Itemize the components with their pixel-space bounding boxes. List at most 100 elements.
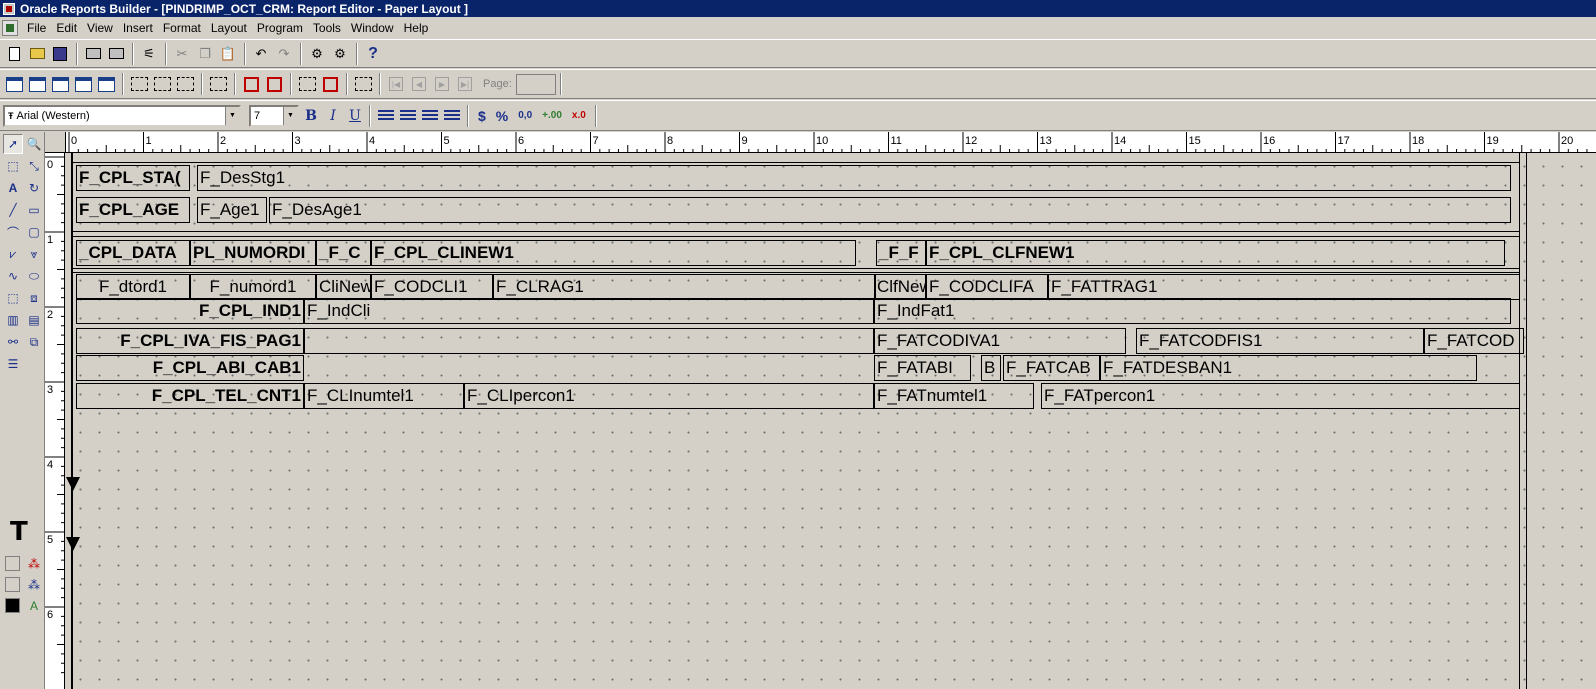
field-f-indcli[interactable]: F_IndCli bbox=[304, 298, 874, 324]
save-button[interactable] bbox=[49, 43, 71, 65]
field-f-indfat1[interactable]: F_IndFat1 bbox=[874, 298, 1511, 324]
document-window-icon[interactable] bbox=[2, 20, 18, 36]
vertical-ruler[interactable]: 0 1 2 3 4 5 6 bbox=[45, 153, 65, 689]
margin-marker-icon[interactable] bbox=[66, 537, 80, 551]
oracle-reports-app-icon[interactable] bbox=[3, 2, 15, 15]
menu-file[interactable]: File bbox=[22, 21, 51, 35]
line-color-swatch[interactable] bbox=[5, 577, 20, 592]
field-f-desage1[interactable]: F_DesAge1 bbox=[269, 197, 1511, 223]
fill-color-swatch[interactable] bbox=[5, 556, 20, 571]
horizontal-ruler[interactable]: 0 1 2 3 4 5 6 7 8 9 10 11 12 13 14 15 16 17 18 19 20 bbox=[66, 132, 1596, 153]
summary-tool-icon[interactable]: ☰ bbox=[3, 354, 23, 374]
percent-button[interactable]: % bbox=[496, 108, 508, 124]
chevron-down-icon[interactable]: ▼ bbox=[283, 106, 297, 125]
text-color-swatch[interactable] bbox=[5, 598, 20, 613]
menu-edit[interactable]: Edit bbox=[51, 21, 82, 35]
header-section-button[interactable] bbox=[128, 73, 150, 95]
previous-page-button[interactable]: ◀ bbox=[408, 73, 430, 95]
field-f-fatdesban1[interactable]: F_FATDESBAN1 bbox=[1100, 355, 1477, 381]
print-button[interactable] bbox=[82, 43, 104, 65]
paper-layout-canvas[interactable]: F_CPL_STA( F_DesStg1 F_CPL_AGE F_Age1 F_… bbox=[66, 153, 1596, 689]
align-left-icon[interactable] bbox=[378, 109, 394, 122]
add-decimal-button[interactable]: +.00 bbox=[542, 110, 562, 121]
data-model-button[interactable] bbox=[3, 73, 25, 95]
bring-to-front-button[interactable] bbox=[319, 73, 341, 95]
field-f-cpl-stag[interactable]: F_CPL_STA( bbox=[76, 165, 190, 191]
field-f-fatnumtel1[interactable]: F_FATnumtel1 bbox=[874, 383, 1034, 409]
polyline-tool-icon[interactable]: ⩗ bbox=[3, 244, 23, 264]
remove-decimal-button[interactable]: x.0 bbox=[572, 110, 586, 121]
field-tool-icon[interactable]: ▤ bbox=[24, 310, 44, 330]
menu-help[interactable]: Help bbox=[399, 21, 434, 35]
edit-margin-button[interactable] bbox=[207, 73, 229, 95]
field-f-clipercon1[interactable]: F_CLIpercon1 bbox=[464, 383, 874, 409]
menu-tools[interactable]: Tools bbox=[308, 21, 346, 35]
first-page-button[interactable]: |◀ bbox=[385, 73, 407, 95]
main-section-button[interactable] bbox=[151, 73, 173, 95]
menu-program[interactable]: Program bbox=[252, 21, 308, 35]
trailer-section-button[interactable] bbox=[174, 73, 196, 95]
frame-tool-icon[interactable]: ⬚ bbox=[3, 288, 23, 308]
field-f-clinew[interactable]: CliNew bbox=[316, 274, 371, 300]
field-f-codcli1[interactable]: F_CODCLI1 bbox=[371, 274, 493, 300]
chevron-down-icon[interactable]: ▼ bbox=[225, 106, 239, 125]
select-parent-frame-button[interactable] bbox=[296, 73, 318, 95]
menu-window[interactable]: Window bbox=[346, 21, 399, 35]
menu-view[interactable]: View bbox=[82, 21, 118, 35]
freehand-tool-icon[interactable]: ∿ bbox=[3, 266, 23, 286]
copy-button[interactable]: ❐ bbox=[194, 43, 216, 65]
rotate-tool-icon[interactable]: ↻ bbox=[24, 178, 44, 198]
paper-design-button[interactable] bbox=[72, 73, 94, 95]
field-f-fatpercon1[interactable]: F_FATpercon1 bbox=[1041, 383, 1520, 409]
field-f-age1[interactable]: F_Age1 bbox=[197, 197, 267, 223]
menu-layout[interactable]: Layout bbox=[206, 21, 252, 35]
debug-button[interactable]: ⚙ bbox=[329, 43, 351, 65]
run-button[interactable]: ⚙ bbox=[306, 43, 328, 65]
help-button[interactable]: ? bbox=[362, 43, 384, 65]
field-iva-blank[interactable] bbox=[304, 328, 874, 354]
confine-mode-button[interactable] bbox=[240, 73, 262, 95]
field-f-fattrag1[interactable]: F_FATTRAG1 bbox=[1048, 274, 1520, 300]
field-f-fatabi[interactable]: F_FATABI bbox=[874, 355, 971, 381]
field-f-numord1[interactable]: F_numord1 bbox=[190, 274, 316, 300]
field-f-cpl-age[interactable]: F_CPL_AGE bbox=[76, 197, 190, 223]
magnify-tool-icon[interactable]: 🔍 bbox=[24, 134, 44, 154]
field-f-dtord1[interactable]: F_dtord1 bbox=[76, 274, 190, 300]
polygon-tool-icon[interactable]: ⩔ bbox=[24, 244, 44, 264]
rectangle-tool-icon[interactable]: ▭ bbox=[24, 200, 44, 220]
select-tool-arrow-icon[interactable]: ➚ bbox=[3, 134, 23, 154]
text-tool-icon[interactable]: A bbox=[3, 178, 23, 198]
open-button[interactable] bbox=[26, 43, 48, 65]
bold-button[interactable]: B bbox=[301, 105, 321, 127]
rounded-rectangle-tool-icon[interactable]: ▢ bbox=[24, 222, 44, 242]
field-f-cpl-tel-cnt1[interactable]: F_CPL_TEL_CNT1 bbox=[76, 383, 304, 409]
field-f-fatcodiva1[interactable]: F_FATCODIVA1 bbox=[874, 328, 1126, 354]
currency-button[interactable]: $ bbox=[478, 108, 486, 124]
field-f-cpl-ind1[interactable]: F_CPL_IND1 bbox=[76, 298, 304, 324]
text-color-icon[interactable]: A bbox=[24, 596, 44, 616]
field-f-clrag1[interactable]: F_CLRAG1 bbox=[493, 274, 876, 300]
justify-icon[interactable] bbox=[444, 109, 460, 122]
redo-button[interactable]: ↷ bbox=[273, 43, 295, 65]
web-source-button[interactable] bbox=[26, 73, 48, 95]
field-f-b[interactable]: B bbox=[981, 355, 1001, 381]
cut-button[interactable]: ✂ bbox=[171, 43, 193, 65]
font-family-select[interactable]: Ŧ Arial (Western) ▼ bbox=[3, 104, 241, 127]
field-f-codclifa[interactable]: F_CODCLIFA bbox=[926, 274, 1048, 300]
last-page-button[interactable]: ▶| bbox=[454, 73, 476, 95]
page-number-input[interactable] bbox=[515, 73, 556, 95]
margin-marker-icon[interactable] bbox=[66, 477, 80, 491]
menu-insert[interactable]: Insert bbox=[118, 21, 158, 35]
text-format-icon[interactable]: T bbox=[10, 517, 28, 547]
arc-tool-icon[interactable]: ⌒ bbox=[3, 222, 23, 242]
field-f-fatcod[interactable]: F_FATCOD bbox=[1424, 328, 1524, 354]
field-f-fatcab[interactable]: F_FATCAB bbox=[1003, 355, 1100, 381]
line-tool-icon[interactable]: ╱ bbox=[3, 200, 23, 220]
frame-select-tool-icon[interactable]: ⬚ bbox=[3, 156, 23, 176]
chart-tool-icon[interactable]: ▥ bbox=[3, 310, 23, 330]
italic-button[interactable]: I bbox=[323, 105, 343, 127]
field-h-cpl-clinew1[interactable]: F_CPL_CLINEW1 bbox=[371, 240, 856, 266]
flex-mode-button[interactable] bbox=[263, 73, 285, 95]
field-f-desstg1[interactable]: F_DesStg1 bbox=[197, 165, 1511, 191]
field-h-cpl-data[interactable]: _CPL_DATA bbox=[76, 240, 190, 266]
